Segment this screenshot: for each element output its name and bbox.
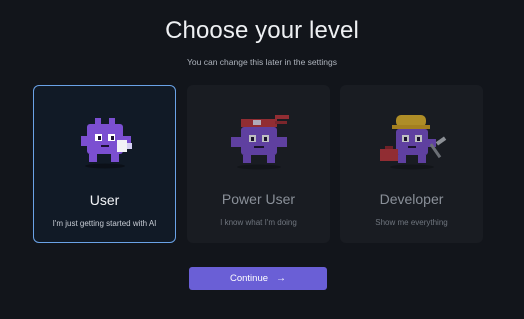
continue-button[interactable]: Continue → <box>189 267 327 290</box>
arrow-right-icon: → <box>276 273 287 284</box>
level-card-power-user[interactable]: Power User I know what I'm doing <box>187 85 330 243</box>
level-description-user: I'm just getting started with AI <box>52 219 157 228</box>
level-name-power-user: Power User <box>221 191 296 207</box>
level-name-developer: Developer <box>379 191 444 207</box>
level-description-developer: Show me everything <box>375 218 448 227</box>
level-chooser: Choose your level You can change this la… <box>0 0 524 319</box>
power-user-mascot-illustration <box>219 109 299 179</box>
developer-mascot-illustration <box>372 109 452 179</box>
page-title: Choose your level <box>165 17 359 44</box>
continue-button-label: Continue <box>229 273 269 284</box>
page-subtitle: You can change this later in the setting… <box>187 57 337 67</box>
user-mascot-illustration <box>65 110 145 180</box>
level-description-power-user: I know what I'm doing <box>220 218 297 227</box>
level-card-user[interactable]: User I'm just getting started with AI <box>33 85 176 243</box>
level-name-user: User <box>89 192 120 208</box>
level-card-developer[interactable]: Developer Show me everything <box>340 85 483 243</box>
